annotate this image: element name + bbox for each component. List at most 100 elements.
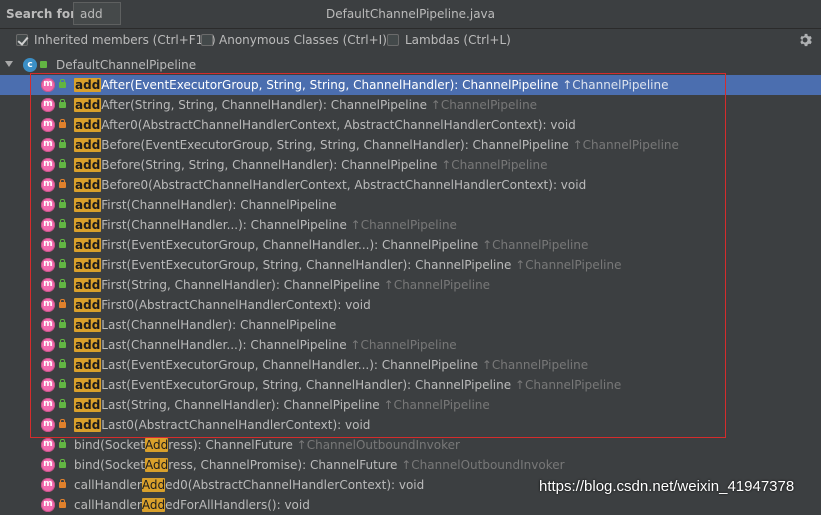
public-lock-icon (59, 159, 66, 168)
public-lock-icon (59, 219, 66, 228)
gear-icon[interactable] (798, 33, 812, 47)
search-match-highlight: Add (141, 478, 166, 492)
inherited-from-label: ↑ChannelPipeline (346, 338, 457, 352)
signature-rest: First(ChannelHandler): ChannelPipeline (101, 198, 337, 212)
tree-row[interactable]: m bind(SocketAddress, ChannelPromise): Ch… (0, 455, 821, 475)
search-match-highlight: Add (141, 498, 166, 512)
inherited-from-label: ↑ChannelOutboundInvoker (292, 438, 460, 452)
tree-row[interactable]: m addFirst(ChannelHandler...): ChannelPip… (0, 215, 821, 235)
signature-rest: Last(EventExecutorGroup, String, Channel… (101, 378, 512, 392)
inherited-from-label: ↑ChannelPipeline (346, 218, 457, 232)
method-signature: addLast(String, ChannelHandler): Channel… (74, 395, 490, 415)
tree-row[interactable]: m addBefore(String, String, ChannelHandle… (0, 155, 821, 175)
signature-rest: Last(EventExecutorGroup, ChannelHandler.… (101, 358, 479, 372)
public-lock-icon (59, 459, 66, 468)
method-icon: m (41, 398, 55, 412)
lambdas-checkbox[interactable] (387, 34, 399, 46)
tree-row[interactable]: m addBefore0(AbstractChannelHandlerContex… (0, 175, 821, 195)
inherited-from-label: ↑ChannelOutboundInvoker (397, 458, 565, 472)
tree-row[interactable]: m bind(SocketAddress): ChannelFuture ↑Cha… (0, 435, 821, 455)
file-title: DefaultChannelPipeline.java (325, 7, 496, 21)
signature-rest: First(ChannelHandler...): ChannelPipelin… (101, 218, 347, 232)
signature-rest: After(EventExecutorGroup, String, String… (101, 78, 559, 92)
method-icon: m (41, 338, 55, 352)
class-icon: c (23, 58, 37, 72)
tree-row[interactable]: m addBefore(EventExecutorGroup, String, S… (0, 135, 821, 155)
search-match-highlight: add (74, 98, 102, 112)
inherited-members-option[interactable]: Inherited members (Ctrl+F12) (16, 33, 216, 47)
method-icon: m (41, 258, 55, 272)
tree-row[interactable]: m addLast(ChannelHandler...): ChannelPipe… (0, 335, 821, 355)
inherited-from-label: ↑ChannelPipeline (426, 98, 538, 112)
tree-row[interactable]: m addFirst(EventExecutorGroup, String, Ch… (0, 255, 821, 275)
signature-rest: edForAllHandlers(): void (165, 498, 310, 512)
inherited-from-label: ↑ChannelPipeline (478, 358, 589, 372)
method-icon: m (41, 78, 55, 92)
signature-rest: Last(String, ChannelHandler): ChannelPip… (101, 398, 380, 412)
signature-prefix: bind(Socket (74, 458, 146, 472)
method-icon: m (41, 478, 55, 492)
lambdas-label: Lambdas (Ctrl+L) (405, 33, 511, 47)
search-match-highlight: add (74, 278, 102, 292)
tree-row[interactable]: m addAfter(EventExecutorGroup, String, St… (0, 75, 821, 95)
search-match-highlight: add (74, 178, 102, 192)
private-lock-icon (59, 299, 66, 308)
method-signature: addLast(EventExecutorGroup, ChannelHandl… (74, 355, 588, 375)
tree-row[interactable]: m addAfter0(AbstractChannelHandlerContext… (0, 115, 821, 135)
search-match-highlight: Add (145, 438, 169, 452)
private-lock-icon (59, 499, 66, 508)
method-icon: m (41, 498, 55, 512)
lambdas-option[interactable]: Lambdas (Ctrl+L) (387, 33, 511, 47)
method-signature: addFirst(ChannelHandler): ChannelPipelin… (74, 195, 337, 215)
signature-rest: First(EventExecutorGroup, String, Channe… (101, 258, 512, 272)
tree-row[interactable]: m callHandlerAddedForAllHandlers(): void (0, 495, 821, 515)
public-lock-icon (59, 399, 66, 408)
method-icon: m (41, 298, 55, 312)
tree-row[interactable]: m addFirst(EventExecutorGroup, ChannelHan… (0, 235, 821, 255)
signature-prefix: callHandler (74, 498, 142, 512)
tree-row[interactable]: m addLast(String, ChannelHandler): Channe… (0, 395, 821, 415)
method-icon: m (41, 118, 55, 132)
inherited-members-label: Inherited members (Ctrl+F12) (34, 33, 216, 47)
inherited-from-label: ↑ChannelPipeline (568, 138, 679, 152)
tree-row[interactable]: m addLast(EventExecutorGroup, ChannelHand… (0, 355, 821, 375)
signature-rest: Last0(AbstractChannelHandlerContext): vo… (101, 418, 371, 432)
method-signature: addAfter(String, String, ChannelHandler)… (74, 95, 537, 115)
search-match-highlight: add (74, 358, 102, 372)
signature-rest: First0(AbstractChannelHandlerContext): v… (101, 298, 371, 312)
tree-root[interactable]: c DefaultChannelPipeline (0, 55, 821, 75)
search-bar: Search for: add DefaultChannelPipeline.j… (0, 0, 821, 29)
tree-row[interactable]: m addFirst(String, ChannelHandler): Chann… (0, 275, 821, 295)
search-match-highlight: add (74, 78, 102, 92)
chevron-down-icon[interactable] (5, 61, 13, 67)
method-signature: addFirst(String, ChannelHandler): Channe… (74, 275, 490, 295)
search-match-highlight: add (74, 298, 102, 312)
inherited-members-checkbox[interactable] (16, 34, 28, 46)
public-lock-icon (59, 99, 66, 108)
method-signature: bind(SocketAddress): ChannelFuture ↑Chan… (74, 435, 460, 455)
method-icon: m (41, 418, 55, 432)
search-match-highlight: add (74, 158, 102, 172)
method-signature: callHandlerAdded0(AbstractChannelHandler… (74, 475, 424, 495)
public-lock-icon (59, 259, 66, 268)
signature-prefix: callHandler (74, 478, 142, 492)
method-icon: m (41, 378, 55, 392)
anonymous-classes-checkbox[interactable] (201, 34, 213, 46)
public-lock-icon (59, 79, 66, 88)
search-match-highlight: add (74, 118, 102, 132)
tree-row[interactable]: m addLast0(AbstractChannelHandlerContext)… (0, 415, 821, 435)
tree-row[interactable]: m addAfter(String, String, ChannelHandler… (0, 95, 821, 115)
method-icon: m (41, 138, 55, 152)
public-lock-icon (59, 139, 66, 148)
anonymous-classes-option[interactable]: Anonymous Classes (Ctrl+I) (201, 33, 387, 47)
tree-row[interactable]: m addFirst(ChannelHandler): ChannelPipeli… (0, 195, 821, 215)
signature-rest: Last(ChannelHandler): ChannelPipeline (101, 318, 337, 332)
method-signature: addFirst(ChannelHandler...): ChannelPipe… (74, 215, 457, 235)
signature-rest: After(String, String, ChannelHandler): C… (101, 98, 427, 112)
tree-row[interactable]: m addLast(ChannelHandler): ChannelPipelin… (0, 315, 821, 335)
signature-rest: ress): ChannelFuture (168, 438, 293, 452)
tree-row[interactable]: m addFirst0(AbstractChannelHandlerContext… (0, 295, 821, 315)
search-match-highlight: add (74, 398, 102, 412)
tree-row[interactable]: m addLast(EventExecutorGroup, String, Cha… (0, 375, 821, 395)
method-icon: m (41, 198, 55, 212)
